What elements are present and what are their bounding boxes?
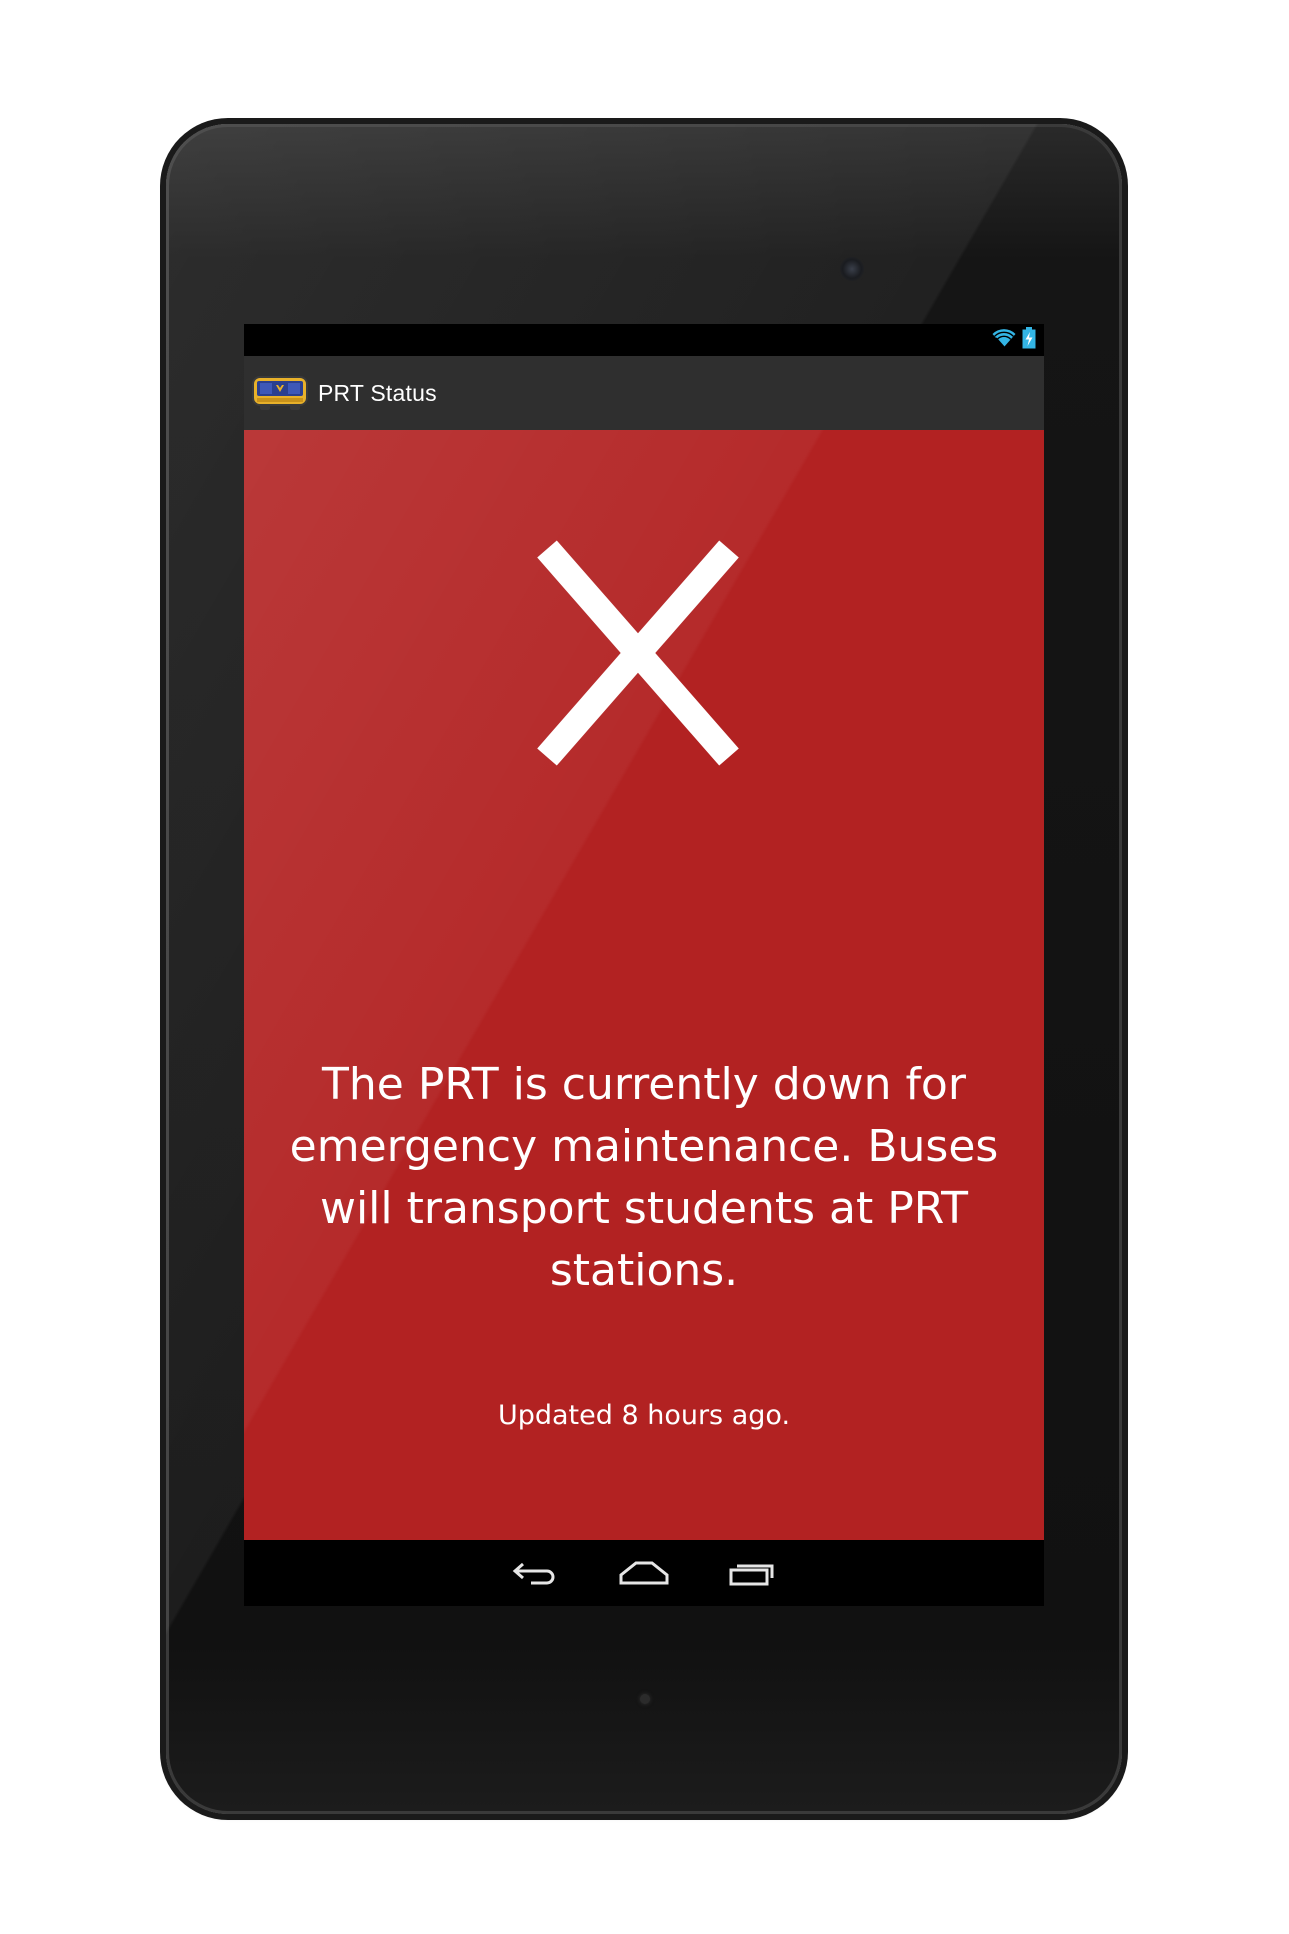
screen: PRT Status The PRT is currently down for… [244, 324, 1044, 1606]
status-panel: The PRT is currently down for emergency … [244, 430, 1044, 1540]
recent-apps-icon[interactable] [724, 1553, 780, 1593]
wifi-icon [992, 328, 1016, 353]
status-icons [992, 326, 1036, 354]
close-x-icon [537, 540, 739, 766]
battery-charging-icon [1022, 326, 1036, 354]
app-title: PRT Status [318, 379, 437, 406]
home-icon[interactable] [616, 1553, 672, 1593]
tram-icon[interactable] [252, 373, 308, 413]
page: PRT Status The PRT is currently down for… [0, 0, 1289, 1934]
status-message: The PRT is currently down for emergency … [289, 1059, 999, 1296]
action-bar: PRT Status [244, 356, 1044, 430]
updated-timestamp: Updated 8 hours ago. [497, 1400, 791, 1431]
status-bar [244, 324, 1044, 356]
back-icon[interactable] [506, 1553, 562, 1593]
front-camera [840, 257, 864, 281]
device-sensor [640, 1694, 650, 1704]
navigation-bar [244, 1540, 1044, 1606]
